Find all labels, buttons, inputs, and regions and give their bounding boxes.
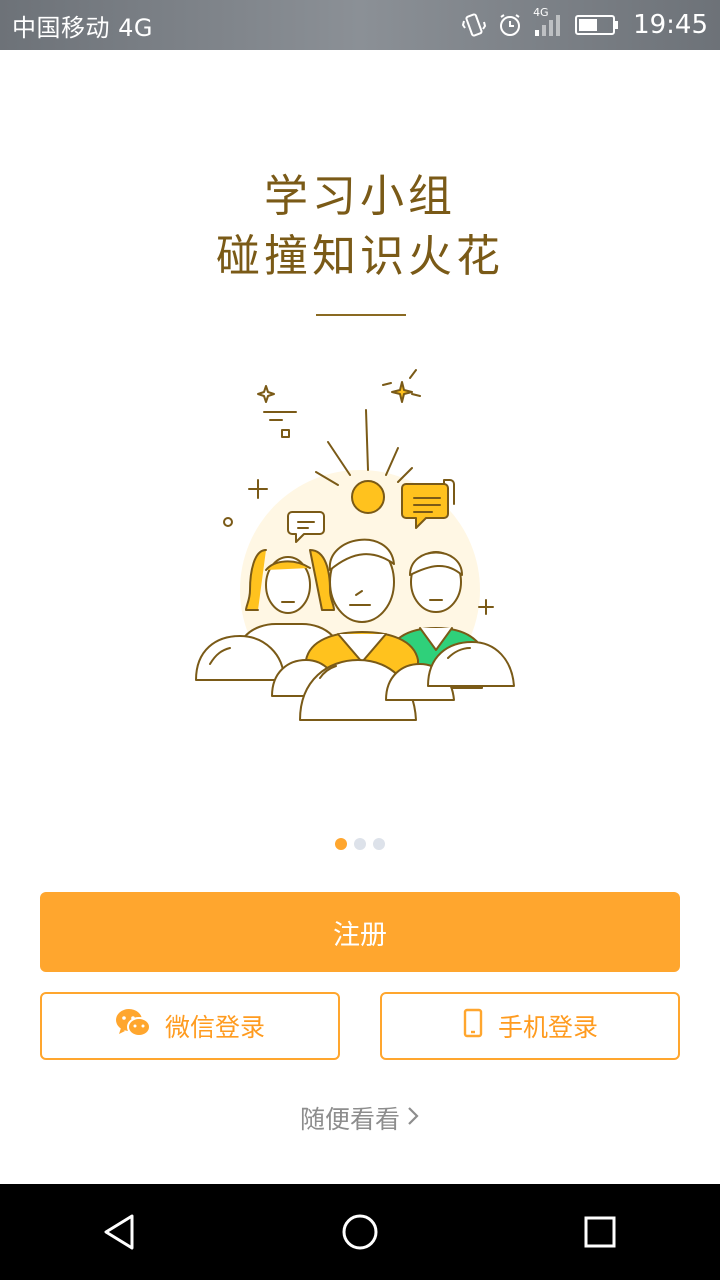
phone-login-button[interactable]: 手机登录 [380,992,680,1060]
pager-dot-1[interactable] [335,838,347,850]
browse-link[interactable]: 随便看看 [0,1100,720,1136]
phone-login-label: 手机登录 [497,1013,598,1042]
register-label: 注册 [333,919,387,951]
wechat-login-label: 微信登录 [164,1013,265,1042]
system-nav-bar [0,1184,720,1280]
pager-indicator [0,838,720,850]
status-bar: 中国移动 4G 4G 19:45 [0,0,720,50]
hero-subtitle: 碰撞知识火花 [216,231,504,282]
clock: 19:45 [633,10,708,40]
hero-title: 学习小组 [264,171,456,222]
sparkle-icon [391,381,413,403]
chevron-right-icon [406,1104,420,1133]
browse-label: 随便看看 [299,1105,400,1134]
battery-icon [575,13,619,37]
phone-icon [462,1008,484,1044]
register-button[interactable]: 注册 [40,892,680,972]
carrier-label: 中国移动 4G [12,13,153,42]
alarm-icon [497,12,523,38]
network-badge: 4G [533,6,549,19]
status-icons: 4G 19:45 [461,6,708,40]
pager-dot-2[interactable] [354,838,366,850]
study-group-illustration [180,360,520,730]
wechat-login-button[interactable]: 微信登录 [40,992,340,1060]
hero-divider [316,314,406,316]
home-icon[interactable] [320,1192,400,1272]
back-icon[interactable] [80,1192,160,1272]
vibrate-icon [461,12,487,38]
recents-icon[interactable] [560,1192,640,1272]
sun-icon [351,480,385,514]
pager-dot-3[interactable] [373,838,385,850]
signal-icon: 4G [533,6,565,38]
wechat-icon [115,1008,151,1044]
